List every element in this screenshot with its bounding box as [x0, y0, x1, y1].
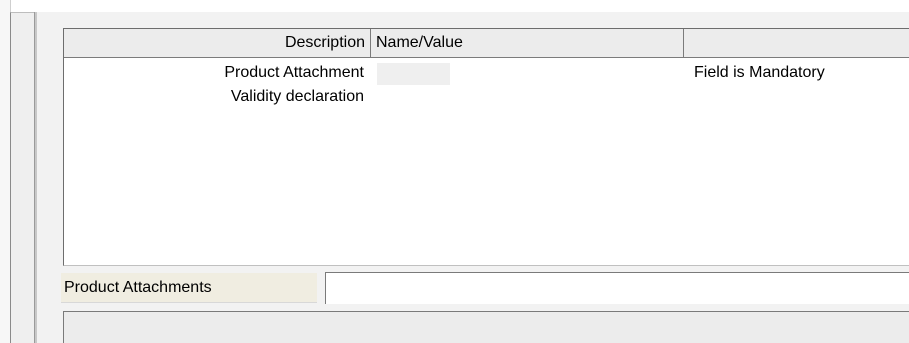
column-header-description[interactable]: Description	[64, 29, 371, 57]
window-canvas: Description Name/Value Product Attachmen…	[0, 0, 909, 343]
product-attachments-field[interactable]	[325, 272, 909, 304]
row-description: Product Attachment	[224, 64, 364, 81]
row-value-field[interactable]	[377, 63, 450, 85]
column-header-name-value[interactable]: Name/Value	[371, 29, 684, 57]
attachment-detail-area[interactable]	[63, 311, 909, 343]
product-attachments-label: Product Attachments	[61, 273, 317, 303]
row-description: Validity declaration	[230, 88, 364, 105]
table-row[interactable]: Product Attachment Field is Mandatory	[64, 61, 909, 85]
attributes-table: Description Name/Value Product Attachmen…	[63, 28, 909, 266]
row-status-message: Field is Mandatory	[694, 64, 825, 81]
panel-splitter[interactable]	[34, 12, 37, 343]
table-header: Description Name/Value	[64, 29, 909, 58]
column-header-status[interactable]	[684, 29, 909, 57]
table-row[interactable]: Validity declaration	[64, 85, 909, 109]
